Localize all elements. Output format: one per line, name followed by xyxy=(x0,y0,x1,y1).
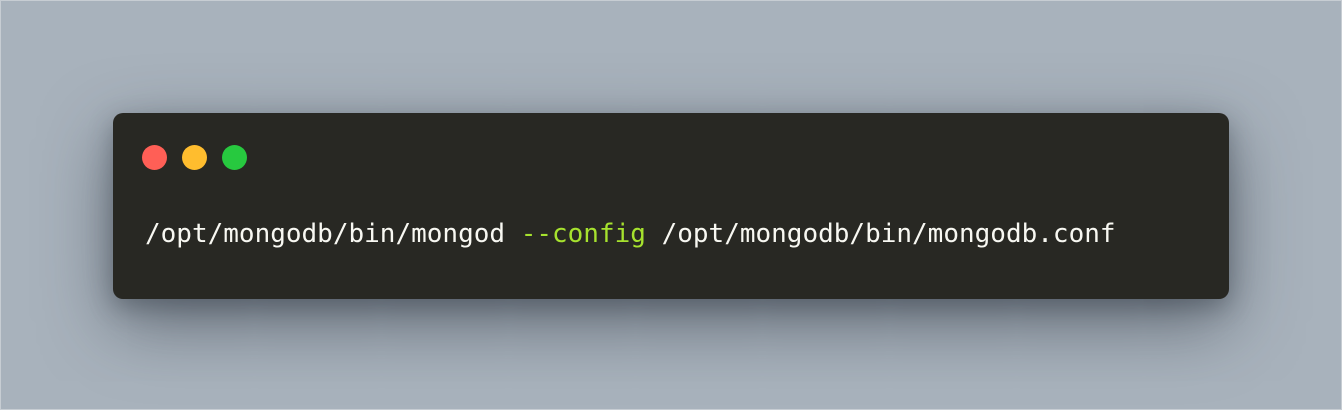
window-controls xyxy=(142,145,247,170)
flag-token: --config xyxy=(520,219,646,249)
minimize-button[interactable] xyxy=(182,145,207,170)
close-button[interactable] xyxy=(142,145,167,170)
code-line: /opt/mongodb/bin/mongod --config /opt/mo… xyxy=(145,218,1116,250)
command-token: /opt/mongodb/bin/mongod xyxy=(145,219,506,249)
maximize-button[interactable] xyxy=(222,145,247,170)
argument-token: /opt/mongodb/bin/mongodb.conf xyxy=(661,219,1116,249)
terminal-window: /opt/mongodb/bin/mongod --config /opt/mo… xyxy=(113,113,1229,299)
